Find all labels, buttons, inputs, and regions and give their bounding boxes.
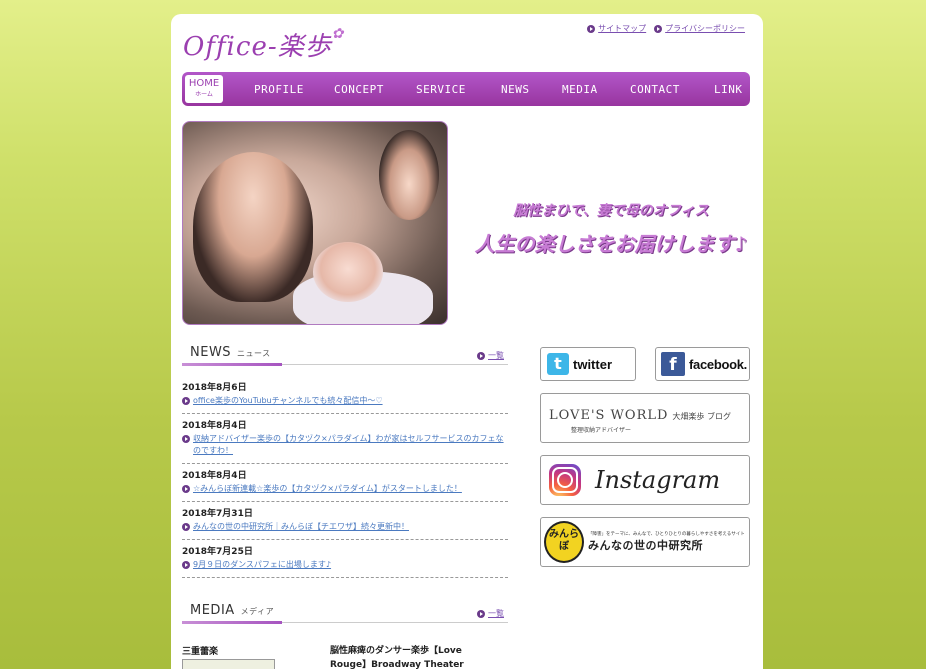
news-link-text: 収納アドバイザー楽歩の【カタヅク×パラダイム】わが家はセルフサービスのカフェなの… [193, 434, 504, 455]
news-date: 2018年8月6日 [182, 383, 247, 393]
twitter-banner[interactable]: t twitter [540, 347, 636, 381]
heading-underline [182, 621, 282, 624]
hero-tagline: 脳性まひで、妻で母のオフィス 人生の楽しさをお届けします♪ [461, 200, 761, 257]
media-title-jp: メディア [240, 607, 275, 616]
nav-item-contact[interactable]: CONTACT [630, 83, 680, 96]
tagline-line2: 人生の楽しさをお届けします♪ [474, 232, 748, 256]
nav-home-sublabel: ホーム [195, 91, 213, 98]
heading-underline [182, 363, 282, 366]
media-title-en: MEDIA [190, 603, 235, 618]
arrow-icon [477, 351, 485, 360]
media-thumbnail[interactable] [182, 659, 275, 669]
arrow-icon [182, 397, 190, 405]
minlabo-icon: みんらぼ [544, 521, 584, 563]
minlabo-banner[interactable]: みんらぼ 「障害」をテーマに、みんなで、ひとりひとりの暮らしやすさを考えるサイト… [540, 517, 750, 567]
minlabo-text: 「障害」をテーマに、みんなで、ひとりひとりの暮らしやすさを考えるサイト みんなの… [588, 531, 745, 553]
news-more-link[interactable]: 一覧 [477, 350, 504, 361]
sitemap-link[interactable]: サイトマップ [587, 23, 646, 34]
news-item: 2018年8月6日 office楽歩のYouTubuチャンネルでも続々配信中〜♡ [182, 376, 508, 414]
logo-text: Office-楽歩 [183, 32, 332, 62]
news-heading: NEWS ニュース 一覧 [182, 345, 508, 366]
main-nav: HOME ホーム PROFILE CONCEPT SERVICE NEWS ME… [182, 72, 750, 106]
twitter-label: twitter [573, 356, 612, 372]
privacy-policy-label: プライバシーポリシー [665, 24, 745, 33]
arrow-icon [654, 24, 663, 33]
nav-item-concept[interactable]: CONCEPT [334, 83, 384, 96]
news-link[interactable]: ☆みんらぼ新連載☆楽歩の【カタヅク×パラダイム】がスタートしました！ [182, 483, 508, 495]
blog-subtitle: 大畑楽歩 ブログ [672, 412, 731, 421]
news-date: 2018年7月25日 [182, 547, 253, 557]
news-link[interactable]: 収納アドバイザー楽歩の【カタヅク×パラダイム】わが家はセルフサービスのカフェなの… [182, 433, 508, 457]
media-heading: MEDIA メディア 一覧 [182, 603, 508, 624]
tagline-line1: 脳性まひで、妻で母のオフィス [513, 203, 709, 219]
news-item: 2018年8月4日 ☆みんらぼ新連載☆楽歩の【カタヅク×パラダイム】がスタートし… [182, 464, 508, 502]
news-item: 2018年7月31日 みんなの世の中研究所｜みんらぼ【チエワザ】続々更新中！ [182, 502, 508, 540]
photo-baby [313, 242, 383, 302]
nav-item-link[interactable]: LINK [714, 83, 743, 96]
nav-item-home[interactable]: HOME ホーム [185, 75, 223, 103]
flower-icon: ✿ [331, 26, 345, 42]
arrow-icon [182, 523, 190, 531]
instagram-label: Instagram [595, 466, 721, 494]
arrow-icon [587, 24, 596, 33]
facebook-label: facebook. [689, 356, 747, 372]
nav-home-label: HOME [188, 78, 220, 89]
facebook-banner[interactable]: f facebook. [655, 347, 750, 381]
news-list: 2018年8月6日 office楽歩のYouTubuチャンネルでも続々配信中〜♡… [182, 376, 508, 578]
news-link-text: みんなの世の中研究所｜みんらぼ【チエワザ】続々更新中！ [193, 522, 409, 531]
twitter-icon: t [547, 353, 569, 375]
news-link-text: office楽歩のYouTubuチャンネルでも続々配信中〜♡ [193, 396, 383, 405]
photo-child [379, 130, 439, 220]
facebook-icon: f [661, 352, 685, 376]
site-logo[interactable]: Office-楽歩✿ [183, 26, 344, 63]
minlabo-title: みんなの世の中研究所 [588, 539, 703, 552]
page-container: Office-楽歩✿ サイトマップ プライバシーポリシー HOME ホーム PR… [171, 14, 763, 669]
media-more-link[interactable]: 一覧 [477, 608, 504, 619]
news-link[interactable]: みんなの世の中研究所｜みんらぼ【チエワザ】続々更新中！ [182, 521, 508, 533]
news-item: 2018年7月25日 9月９日のダンスパフェに出場します♪ [182, 540, 508, 578]
nav-item-news[interactable]: NEWS [501, 83, 530, 96]
instagram-banner[interactable]: Instagram [540, 455, 750, 505]
photo-mother [193, 152, 313, 302]
nav-item-service[interactable]: SERVICE [416, 83, 466, 96]
news-date: 2018年8月4日 [182, 421, 247, 431]
news-item: 2018年8月4日 収納アドバイザー楽歩の【カタヅク×パラダイム】わが家はセルフ… [182, 414, 508, 464]
news-link-text: 9月９日のダンスパフェに出場します♪ [193, 560, 332, 569]
news-date: 2018年7月31日 [182, 509, 253, 519]
blog-title-text: LOVE'S WORLD [549, 408, 669, 423]
arrow-icon [182, 485, 190, 493]
news-title-jp: ニュース [237, 349, 271, 358]
arrow-icon [182, 561, 190, 569]
blog-caption: 整理収納アドバイザー [571, 427, 632, 434]
news-date: 2018年8月4日 [182, 471, 247, 481]
hero-photo [182, 121, 448, 325]
privacy-policy-link[interactable]: プライバシーポリシー [654, 23, 745, 34]
news-link-text: ☆みんらぼ新連載☆楽歩の【カタヅク×パラダイム】がスタートしました！ [193, 484, 462, 493]
media-more-label: 一覧 [488, 609, 504, 618]
media-item-title[interactable]: 脳性麻痺のダンサー楽歩【Love Rouge】Broadway Theater [330, 644, 500, 669]
arrow-icon [477, 609, 485, 618]
sitemap-label: サイトマップ [598, 24, 647, 33]
media-item-title[interactable]: 三重蕾楽 [182, 644, 218, 657]
news-link[interactable]: office楽歩のYouTubuチャンネルでも続々配信中〜♡ [182, 395, 508, 407]
top-links: サイトマップ プライバシーポリシー [587, 23, 745, 34]
arrow-icon [182, 435, 190, 443]
news-link[interactable]: 9月９日のダンスパフェに出場します♪ [182, 559, 508, 571]
blog-banner[interactable]: LOVE'S WORLD 大畑楽歩 ブログ 整理収納アドバイザー [540, 393, 750, 443]
news-more-label: 一覧 [488, 351, 504, 360]
news-title: NEWS ニュース [190, 345, 271, 360]
media-title: MEDIA メディア [190, 603, 274, 618]
instagram-icon [549, 464, 581, 496]
news-title-en: NEWS [190, 345, 232, 360]
nav-item-profile[interactable]: PROFILE [254, 83, 304, 96]
blog-title: LOVE'S WORLD 大畑楽歩 ブログ [549, 408, 749, 423]
nav-item-media[interactable]: MEDIA [562, 83, 598, 96]
